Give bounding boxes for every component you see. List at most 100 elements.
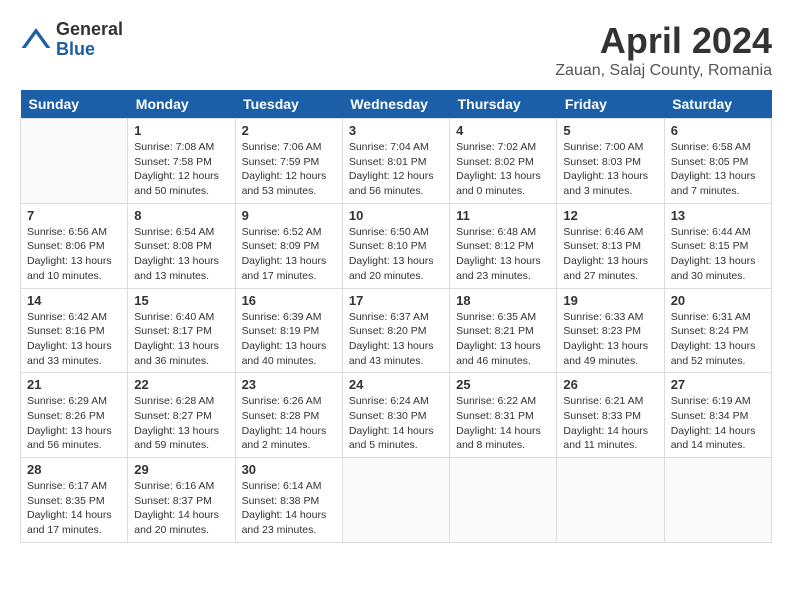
day-number: 23 (242, 377, 336, 392)
day-cell: 19 Sunrise: 6:33 AM Sunset: 8:23 PM Dayli… (557, 288, 664, 373)
logo-general-text: General (56, 20, 123, 40)
day-info: Sunrise: 6:26 AM Sunset: 8:28 PM Dayligh… (242, 394, 336, 453)
month-title: April 2024 (555, 20, 772, 62)
day-number: 12 (563, 208, 657, 223)
day-info: Sunrise: 6:24 AM Sunset: 8:30 PM Dayligh… (349, 394, 443, 453)
day-cell: 18 Sunrise: 6:35 AM Sunset: 8:21 PM Dayli… (450, 288, 557, 373)
day-cell: 5Sunrise: 7:00 AM Sunset: 8:03 PM Daylig… (557, 119, 664, 204)
day-number: 3 (349, 123, 443, 138)
day-cell: 17 Sunrise: 6:37 AM Sunset: 8:20 PM Dayli… (342, 288, 449, 373)
day-cell: 13Sunrise: 6:44 AM Sunset: 8:15 PM Dayli… (664, 203, 771, 288)
day-number: 17 (349, 293, 443, 308)
day-number: 7 (27, 208, 121, 223)
day-info: Sunrise: 7:04 AM Sunset: 8:01 PM Dayligh… (349, 140, 443, 199)
day-header-sunday: Sunday (21, 90, 128, 119)
day-cell: 28 Sunrise: 6:17 AM Sunset: 8:35 PM Dayli… (21, 458, 128, 543)
day-header-saturday: Saturday (664, 90, 771, 119)
day-info: Sunrise: 7:06 AM Sunset: 7:59 PM Dayligh… (242, 140, 336, 199)
day-info: Sunrise: 6:31 AM Sunset: 8:24 PM Dayligh… (671, 310, 765, 369)
logo-blue-text: Blue (56, 40, 123, 60)
day-number: 29 (134, 462, 228, 477)
day-info: Sunrise: 6:46 AM Sunset: 8:13 PM Dayligh… (563, 225, 657, 284)
day-number: 30 (242, 462, 336, 477)
day-cell: 24 Sunrise: 6:24 AM Sunset: 8:30 PM Dayli… (342, 373, 449, 458)
day-cell: 7 Sunrise: 6:56 AM Sunset: 8:06 PM Daylig… (21, 203, 128, 288)
day-cell: 4 Sunrise: 7:02 AM Sunset: 8:02 PM Daylig… (450, 119, 557, 204)
logo: General Blue (20, 20, 123, 60)
day-cell: 29Sunrise: 6:16 AM Sunset: 8:37 PM Dayli… (128, 458, 235, 543)
day-info: Sunrise: 6:54 AM Sunset: 8:08 PM Dayligh… (134, 225, 228, 284)
day-number: 6 (671, 123, 765, 138)
day-cell (557, 458, 664, 543)
day-number: 26 (563, 377, 657, 392)
day-cell: 2 Sunrise: 7:06 AM Sunset: 7:59 PM Daylig… (235, 119, 342, 204)
day-header-friday: Friday (557, 90, 664, 119)
logo-text: General Blue (56, 20, 123, 60)
day-info: Sunrise: 6:52 AM Sunset: 8:09 PM Dayligh… (242, 225, 336, 284)
day-number: 21 (27, 377, 121, 392)
day-info: Sunrise: 6:58 AM Sunset: 8:05 PM Dayligh… (671, 140, 765, 199)
week-row-5: 28 Sunrise: 6:17 AM Sunset: 8:35 PM Dayli… (21, 458, 772, 543)
day-header-wednesday: Wednesday (342, 90, 449, 119)
day-header-monday: Monday (128, 90, 235, 119)
day-info: Sunrise: 6:39 AM Sunset: 8:19 PM Dayligh… (242, 310, 336, 369)
day-number: 9 (242, 208, 336, 223)
day-number: 22 (134, 377, 228, 392)
day-cell (342, 458, 449, 543)
title-area: April 2024 Zauan, Salaj County, Romania (555, 20, 772, 80)
day-number: 25 (456, 377, 550, 392)
day-cell: 6 Sunrise: 6:58 AM Sunset: 8:05 PM Daylig… (664, 119, 771, 204)
day-number: 4 (456, 123, 550, 138)
day-cell: 8Sunrise: 6:54 AM Sunset: 8:08 PM Daylig… (128, 203, 235, 288)
location-title: Zauan, Salaj County, Romania (555, 62, 772, 80)
day-number: 14 (27, 293, 121, 308)
day-cell: 25 Sunrise: 6:22 AM Sunset: 8:31 PM Dayli… (450, 373, 557, 458)
day-header-tuesday: Tuesday (235, 90, 342, 119)
day-number: 11 (456, 208, 550, 223)
day-cell: 23 Sunrise: 6:26 AM Sunset: 8:28 PM Dayli… (235, 373, 342, 458)
day-cell: 9 Sunrise: 6:52 AM Sunset: 8:09 PM Daylig… (235, 203, 342, 288)
logo-icon (20, 24, 52, 56)
day-cell: 3 Sunrise: 7:04 AM Sunset: 8:01 PM Daylig… (342, 119, 449, 204)
header: General Blue April 2024 Zauan, Salaj Cou… (20, 20, 772, 80)
week-row-2: 7 Sunrise: 6:56 AM Sunset: 8:06 PM Daylig… (21, 203, 772, 288)
day-info: Sunrise: 6:22 AM Sunset: 8:31 PM Dayligh… (456, 394, 550, 453)
day-cell: 27Sunrise: 6:19 AM Sunset: 8:34 PM Dayli… (664, 373, 771, 458)
day-number: 28 (27, 462, 121, 477)
day-cell: 10 Sunrise: 6:50 AM Sunset: 8:10 PM Dayli… (342, 203, 449, 288)
day-cell (664, 458, 771, 543)
day-cell: 16 Sunrise: 6:39 AM Sunset: 8:19 PM Dayli… (235, 288, 342, 373)
calendar-table: SundayMondayTuesdayWednesdayThursdayFrid… (20, 90, 772, 543)
day-cell: 14 Sunrise: 6:42 AM Sunset: 8:16 PM Dayli… (21, 288, 128, 373)
day-cell (21, 119, 128, 204)
days-header-row: SundayMondayTuesdayWednesdayThursdayFrid… (21, 90, 772, 119)
week-row-3: 14 Sunrise: 6:42 AM Sunset: 8:16 PM Dayli… (21, 288, 772, 373)
day-number: 10 (349, 208, 443, 223)
day-info: Sunrise: 6:44 AM Sunset: 8:15 PM Dayligh… (671, 225, 765, 284)
day-number: 20 (671, 293, 765, 308)
day-number: 2 (242, 123, 336, 138)
day-cell: 21Sunrise: 6:29 AM Sunset: 8:26 PM Dayli… (21, 373, 128, 458)
day-cell: 12 Sunrise: 6:46 AM Sunset: 8:13 PM Dayli… (557, 203, 664, 288)
day-info: Sunrise: 6:42 AM Sunset: 8:16 PM Dayligh… (27, 310, 121, 369)
day-info: Sunrise: 6:35 AM Sunset: 8:21 PM Dayligh… (456, 310, 550, 369)
day-info: Sunrise: 6:33 AM Sunset: 8:23 PM Dayligh… (563, 310, 657, 369)
day-cell: 1Sunrise: 7:08 AM Sunset: 7:58 PM Daylig… (128, 119, 235, 204)
day-cell: 15Sunrise: 6:40 AM Sunset: 8:17 PM Dayli… (128, 288, 235, 373)
day-number: 18 (456, 293, 550, 308)
day-cell: 11Sunrise: 6:48 AM Sunset: 8:12 PM Dayli… (450, 203, 557, 288)
day-cell: 26Sunrise: 6:21 AM Sunset: 8:33 PM Dayli… (557, 373, 664, 458)
day-number: 1 (134, 123, 228, 138)
day-number: 19 (563, 293, 657, 308)
day-number: 15 (134, 293, 228, 308)
day-number: 24 (349, 377, 443, 392)
day-info: Sunrise: 7:02 AM Sunset: 8:02 PM Dayligh… (456, 140, 550, 199)
day-cell (450, 458, 557, 543)
day-number: 16 (242, 293, 336, 308)
day-info: Sunrise: 6:17 AM Sunset: 8:35 PM Dayligh… (27, 479, 121, 538)
day-info: Sunrise: 6:56 AM Sunset: 8:06 PM Dayligh… (27, 225, 121, 284)
day-info: Sunrise: 6:50 AM Sunset: 8:10 PM Dayligh… (349, 225, 443, 284)
day-info: Sunrise: 6:28 AM Sunset: 8:27 PM Dayligh… (134, 394, 228, 453)
day-info: Sunrise: 6:37 AM Sunset: 8:20 PM Dayligh… (349, 310, 443, 369)
day-info: Sunrise: 6:14 AM Sunset: 8:38 PM Dayligh… (242, 479, 336, 538)
